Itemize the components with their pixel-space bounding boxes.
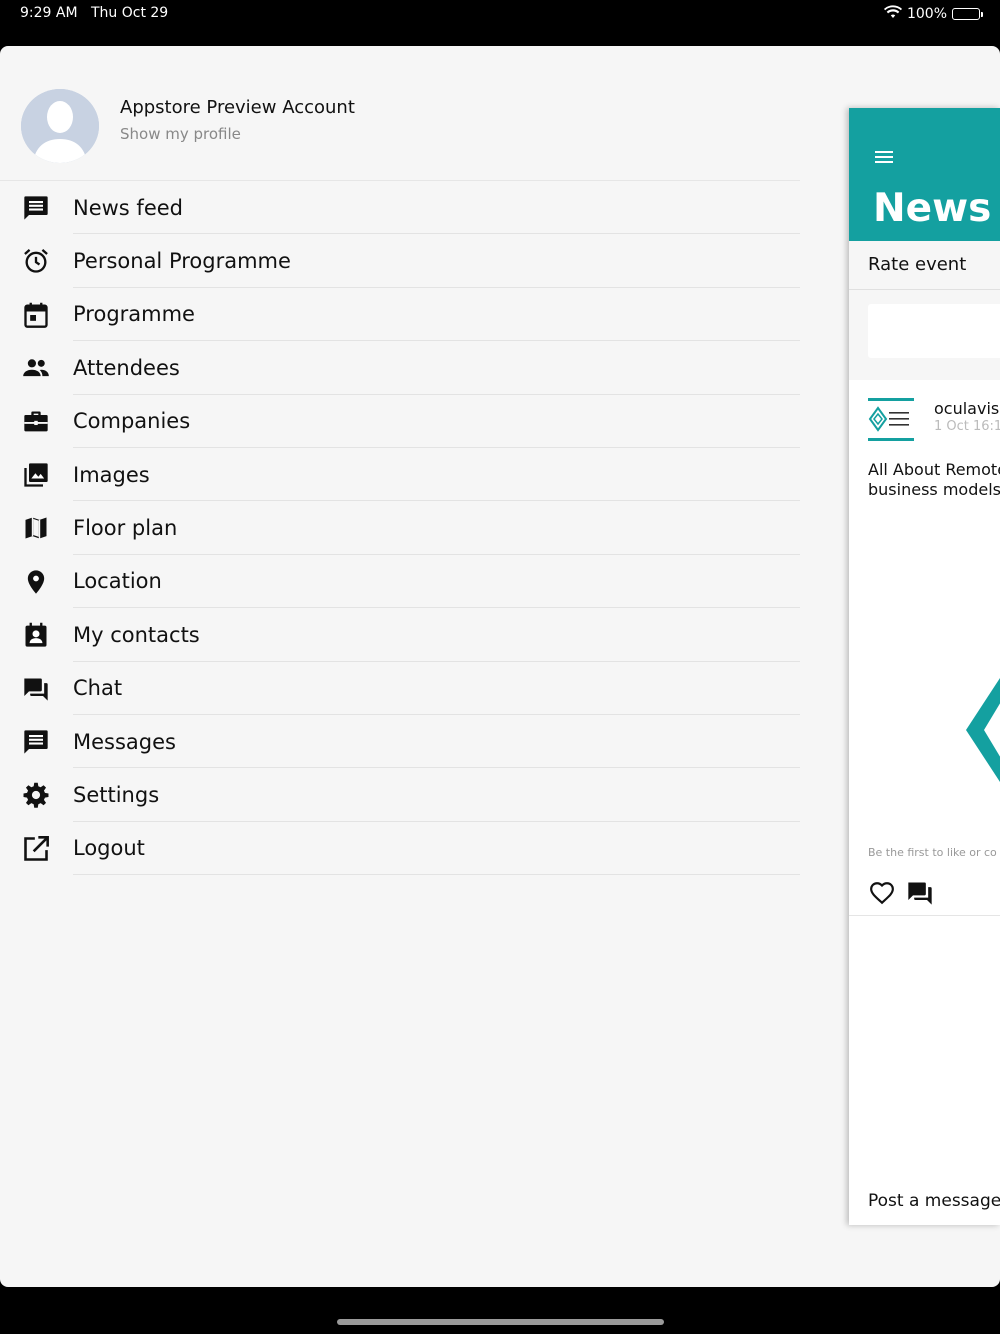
drawer-menu: News feed Personal Programme Programme A…: [0, 181, 800, 876]
briefcase-icon: [22, 408, 50, 436]
status-time: 9:29 AM: [20, 5, 78, 21]
post-message-button[interactable]: Post a message: [868, 1191, 1000, 1211]
home-indicator[interactable]: [337, 1319, 664, 1325]
menu-label: Companies: [73, 409, 191, 434]
contact-card-icon: [22, 621, 50, 649]
menu-label: Attendees: [73, 355, 180, 380]
menu-item-my-contacts[interactable]: My contacts: [0, 608, 800, 662]
menu-item-location[interactable]: Location: [0, 555, 800, 609]
news-feed-panel[interactable]: News f Rate event oculavis 1 Oct 16:1 Al…: [849, 108, 1000, 1225]
gear-icon: [22, 781, 50, 809]
composer-area: [849, 290, 1000, 380]
menu-label: Images: [73, 462, 150, 487]
menu-label: Settings: [73, 782, 160, 807]
news-feed-icon: [22, 194, 50, 222]
post-text: All About Remote business models: [868, 460, 1000, 500]
news-post: oculavis 1 Oct 16:1 All About Remote bus…: [849, 380, 1000, 916]
comment-icon[interactable]: [906, 879, 934, 907]
post-image[interactable]: [962, 665, 1000, 799]
rate-event-button[interactable]: Rate event: [849, 241, 1000, 290]
alarm-clock-icon: [22, 247, 50, 275]
menu-label: Messages: [73, 729, 176, 754]
like-hint-text: Be the first to like or co: [868, 846, 997, 859]
menu-label: Logout: [73, 836, 145, 861]
battery-percent: 100%: [906, 6, 947, 22]
post-author[interactable]: oculavis: [934, 399, 999, 418]
menu-label: Chat: [73, 676, 123, 701]
wifi-icon: [883, 5, 902, 23]
chat-icon: [22, 675, 50, 703]
status-right: 100%: [883, 5, 983, 23]
logout-icon: [22, 835, 50, 863]
menu-item-messages[interactable]: Messages: [0, 715, 800, 769]
profile-header[interactable]: Appstore Preview Account Show my profile: [0, 46, 800, 181]
menu-item-images[interactable]: Images: [0, 448, 800, 502]
post-input[interactable]: [868, 304, 1000, 358]
menu-label: Programme: [73, 302, 195, 327]
people-icon: [22, 354, 50, 382]
map-icon: [22, 514, 50, 542]
post-timestamp: 1 Oct 16:1: [934, 419, 1000, 434]
calendar-icon: [22, 301, 50, 329]
menu-label: Floor plan: [73, 516, 178, 541]
post-text-line: All About Remote: [868, 460, 1000, 479]
menu-label: News feed: [73, 195, 183, 220]
menu-item-attendees[interactable]: Attendees: [0, 341, 800, 395]
avatar[interactable]: [21, 89, 99, 163]
menu-item-personal-programme[interactable]: Personal Programme: [0, 234, 800, 289]
battery-icon: [952, 8, 983, 20]
heart-icon[interactable]: [869, 880, 895, 906]
menu-label: Location: [73, 569, 162, 594]
post-text-line: business models: [868, 480, 1000, 499]
show-profile-link[interactable]: Show my profile: [120, 125, 241, 143]
menu-item-floor-plan[interactable]: Floor plan: [0, 501, 800, 556]
messages-icon: [22, 728, 50, 756]
menu-item-settings[interactable]: Settings: [0, 768, 800, 823]
location-pin-icon: [22, 568, 50, 596]
status-date: Thu Oct 29: [91, 5, 169, 21]
menu-item-logout[interactable]: Logout: [0, 822, 800, 876]
all-about-remote-logo: [868, 398, 914, 441]
menu-item-companies[interactable]: Companies: [0, 395, 800, 449]
app-surface: Appstore Preview Account Show my profile…: [0, 46, 1000, 1287]
menu-item-news-feed[interactable]: News feed: [0, 181, 800, 235]
profile-name: Appstore Preview Account: [120, 97, 355, 118]
menu-item-chat[interactable]: Chat: [0, 662, 800, 716]
rate-event-label: Rate event: [868, 254, 967, 275]
menu-label: My contacts: [73, 622, 200, 647]
menu-item-programme[interactable]: Programme: [0, 288, 800, 342]
images-icon: [22, 461, 50, 489]
page-title: News f: [873, 186, 1000, 231]
status-bar: 9:29 AM Thu Oct 29 100%: [0, 0, 1000, 46]
panel-header: News f: [849, 108, 1000, 241]
hamburger-menu-icon[interactable]: [875, 151, 893, 165]
menu-label: Personal Programme: [73, 249, 291, 274]
